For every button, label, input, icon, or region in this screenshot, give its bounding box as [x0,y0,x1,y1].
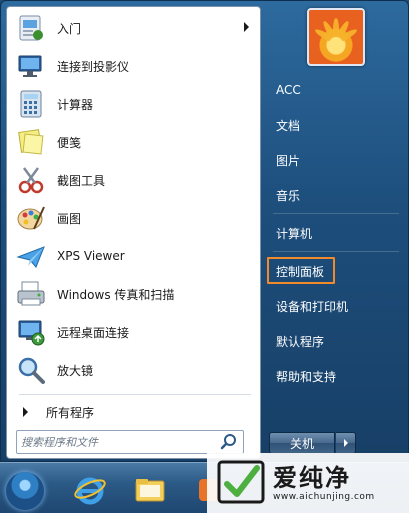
right-item-help-support[interactable]: 帮助和支持 [266,362,406,390]
all-programs-button[interactable]: 所有程序 [11,400,257,424]
start-menu: 入门 连接到投影仪 计算器 便笺 截图工具 画图 XPS Viewer Wind… [0,0,409,462]
program-label: 截图工具 [57,173,106,188]
getting-started-icon [15,12,47,44]
programs-pane: 入门 连接到投影仪 计算器 便笺 截图工具 画图 XPS Viewer Wind… [6,6,261,459]
right-item-label: 设备和打印机 [276,299,349,314]
program-label: 放大镜 [57,363,94,378]
right-item-label: ACC [276,83,301,97]
highlight-box [267,257,335,284]
program-label: Windows 传真和扫描 [57,287,175,302]
all-programs-label: 所有程序 [46,405,95,420]
watermark-name: 爱纯净 [273,464,351,492]
right-item-label: 文档 [276,118,301,133]
program-label: 远程桌面连接 [57,325,130,340]
right-item-label: 图片 [276,153,301,168]
user-picture[interactable] [307,8,365,66]
program-item-fax-scan[interactable]: Windows 传真和扫描 [11,276,257,312]
fax-scan-icon [15,278,47,310]
program-label: 入门 [57,21,82,36]
calculator-icon [15,88,47,120]
right-item-documents[interactable]: 文档 [266,111,406,139]
program-label: 计算器 [57,97,94,112]
submenu-arrow-icon [244,22,249,32]
shutdown-label: 关机 [289,436,314,451]
right-item-label: 默认程序 [276,334,325,349]
divider [19,394,251,395]
divider [273,251,399,252]
search-box [16,430,244,454]
program-label: XPS Viewer [57,249,125,263]
right-item-devices-printers[interactable]: 设备和打印机 [266,292,406,320]
right-arrow-icon [343,439,348,447]
program-label: 画图 [57,211,82,226]
start-button[interactable] [6,472,44,510]
program-item-remote-desktop[interactable]: 远程桌面连接 [11,314,257,350]
program-item-snipping-tool[interactable]: 截图工具 [11,162,257,198]
program-item-calculator[interactable]: 计算器 [11,86,257,122]
watermark-logo-icon [217,460,265,507]
program-item-xps-viewer[interactable]: XPS Viewer [11,238,257,274]
program-item-projector[interactable]: 连接到投影仪 [11,48,257,84]
search-input[interactable] [21,432,219,452]
right-item-music[interactable]: 音乐 [266,181,406,209]
program-label: 连接到投影仪 [57,59,130,74]
search-icon[interactable] [219,432,239,452]
right-item-computer[interactable]: 计算机 [266,219,406,247]
program-item-getting-started[interactable]: 入门 [11,10,257,46]
right-item-acc[interactable]: ACC [266,76,406,104]
sticky-notes-icon [15,126,47,158]
right-item-label: 音乐 [276,188,301,203]
remote-desktop-icon [15,316,47,348]
watermark-url: www.aichunjing.com [273,492,375,502]
program-item-paint[interactable]: 画图 [11,200,257,236]
shutdown-button[interactable]: 关机 [269,432,335,454]
divider [273,213,399,214]
projector-icon [15,50,47,82]
right-item-label: 计算机 [276,226,313,241]
internet-explorer-icon [73,473,107,510]
xps-viewer-icon [15,240,47,272]
program-item-magnifier[interactable]: 放大镜 [11,352,257,388]
right-item-default-programs[interactable]: 默认程序 [266,327,406,355]
folder-icon [133,473,167,510]
right-arrow-icon [23,407,28,417]
right-item-label: 帮助和支持 [276,369,337,384]
program-item-sticky-notes[interactable]: 便笺 [11,124,257,160]
program-label: 便笺 [57,135,82,150]
watermark: 爱纯净 www.aichunjing.com [207,453,409,513]
right-item-pictures[interactable]: 图片 [266,146,406,174]
magnifier-icon [15,354,47,386]
shutdown-options-button[interactable] [336,432,356,454]
taskbar-ie-button[interactable] [64,469,116,513]
snipping-tool-icon [15,164,47,196]
paint-icon [15,202,47,234]
taskbar-explorer-button[interactable] [124,469,176,513]
